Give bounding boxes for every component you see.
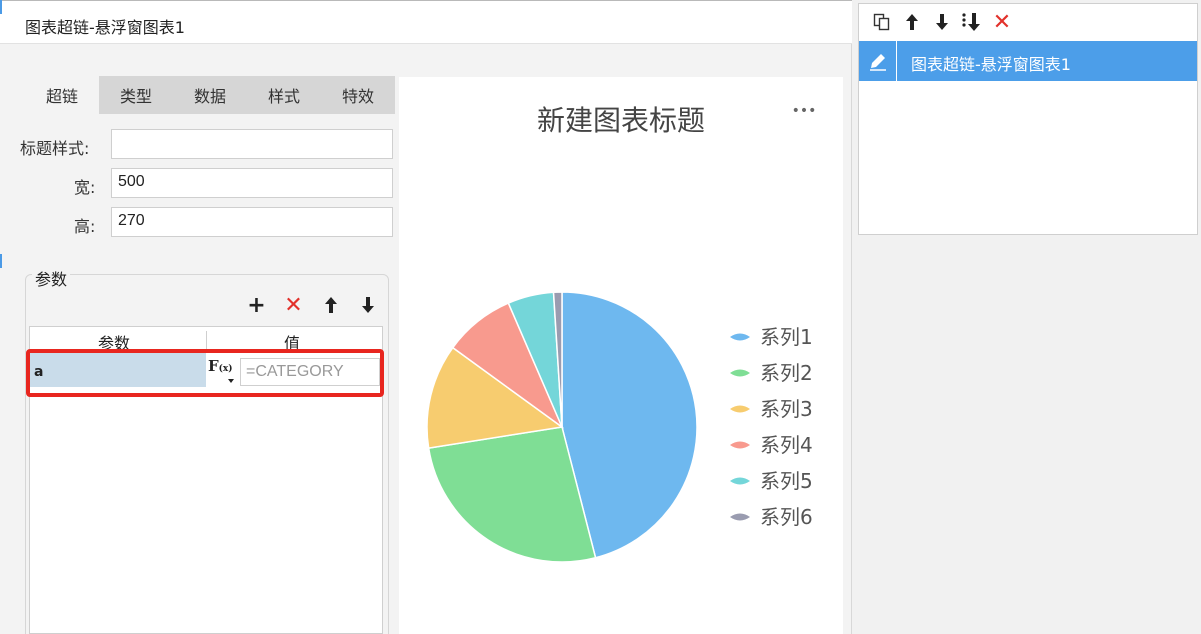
legend-label-1[interactable]: 系列1 <box>760 325 813 349</box>
copy-button[interactable] <box>867 8 897 36</box>
params-table-header: 参数 值 <box>30 327 382 353</box>
header-separator <box>206 331 207 349</box>
arrow-up-icon <box>324 297 337 313</box>
title-style-input[interactable] <box>111 129 393 159</box>
tab-type[interactable]: 类型 <box>99 76 173 114</box>
highlight-box <box>26 349 384 397</box>
add-param-button[interactable]: + <box>238 292 275 318</box>
legend-marker-1 <box>730 333 750 341</box>
copy-icon <box>873 13 890 31</box>
hyperlink-list-panel: ✕ 图表超链-悬浮窗图表1 <box>858 3 1198 235</box>
dialog-title: 图表超链-悬浮窗图表1 <box>0 4 852 44</box>
tab-data[interactable]: 数据 <box>173 76 247 114</box>
list-toolbar: ✕ <box>867 8 1017 36</box>
arrow-down-icon <box>361 297 374 313</box>
legend-label-3[interactable]: 系列3 <box>760 397 813 421</box>
move-to-bottom-button[interactable] <box>957 8 987 36</box>
legend-marker-2 <box>730 369 750 377</box>
edit-pencil-icon[interactable] <box>859 41 897 81</box>
arrow-up-icon <box>906 14 918 30</box>
pie-chart: 新建图表标题 ••• 系列1 系列2 系列3 系列4 系列5 系列6 <box>426 103 817 563</box>
height-label: 高: <box>74 217 96 236</box>
legend-label-4[interactable]: 系列4 <box>760 433 813 457</box>
legend-marker-6 <box>730 513 750 521</box>
width-label: 宽: <box>74 178 96 197</box>
move-to-bottom-icon <box>962 13 980 31</box>
params-toolbar: + ✕ <box>238 292 386 318</box>
tab-effects[interactable]: 特效 <box>321 76 395 114</box>
list-item[interactable]: 图表超链-悬浮窗图表1 <box>859 41 1197 81</box>
settings-tabs: 超链 类型 数据 样式 特效 <box>25 76 395 114</box>
left-edge-marker <box>0 0 2 14</box>
left-edge-marker <box>0 254 2 268</box>
tab-style[interactable]: 样式 <box>247 76 321 114</box>
legend-marker-3 <box>730 405 750 413</box>
legend-marker-5 <box>730 477 750 485</box>
tab-hyperlink[interactable]: 超链 <box>25 76 99 114</box>
width-input[interactable]: 500 <box>111 168 393 198</box>
height-input[interactable]: 270 <box>111 207 393 237</box>
list-move-down-button[interactable] <box>927 8 957 36</box>
list-item-label: 图表超链-悬浮窗图表1 <box>911 55 1071 74</box>
params-group-label: 参数 <box>32 266 71 290</box>
move-up-button[interactable] <box>312 292 349 318</box>
legend-label-2[interactable]: 系列2 <box>760 361 813 385</box>
legend-label-6[interactable]: 系列6 <box>760 505 813 529</box>
chart-title: 新建图表标题 <box>537 104 705 137</box>
list-delete-button[interactable]: ✕ <box>987 8 1017 36</box>
pencil-icon <box>869 54 886 71</box>
legend-marker-4 <box>730 441 750 449</box>
title-style-label: 标题样式: <box>20 139 90 158</box>
list-move-up-button[interactable] <box>897 8 927 36</box>
move-down-button[interactable] <box>349 292 386 318</box>
chart-preview: 新建图表标题 ••• 系列1 系列2 系列3 系列4 系列5 系列6 <box>399 77 843 634</box>
legend-label-5[interactable]: 系列5 <box>760 469 813 493</box>
hyperlink-dialog: 图表超链-悬浮窗图表1 超链 类型 数据 样式 特效 标题样式: 宽: 500 … <box>0 0 852 634</box>
arrow-down-icon <box>936 14 948 30</box>
more-options-icon[interactable]: ••• <box>792 103 817 119</box>
delete-param-button[interactable]: ✕ <box>275 292 312 318</box>
